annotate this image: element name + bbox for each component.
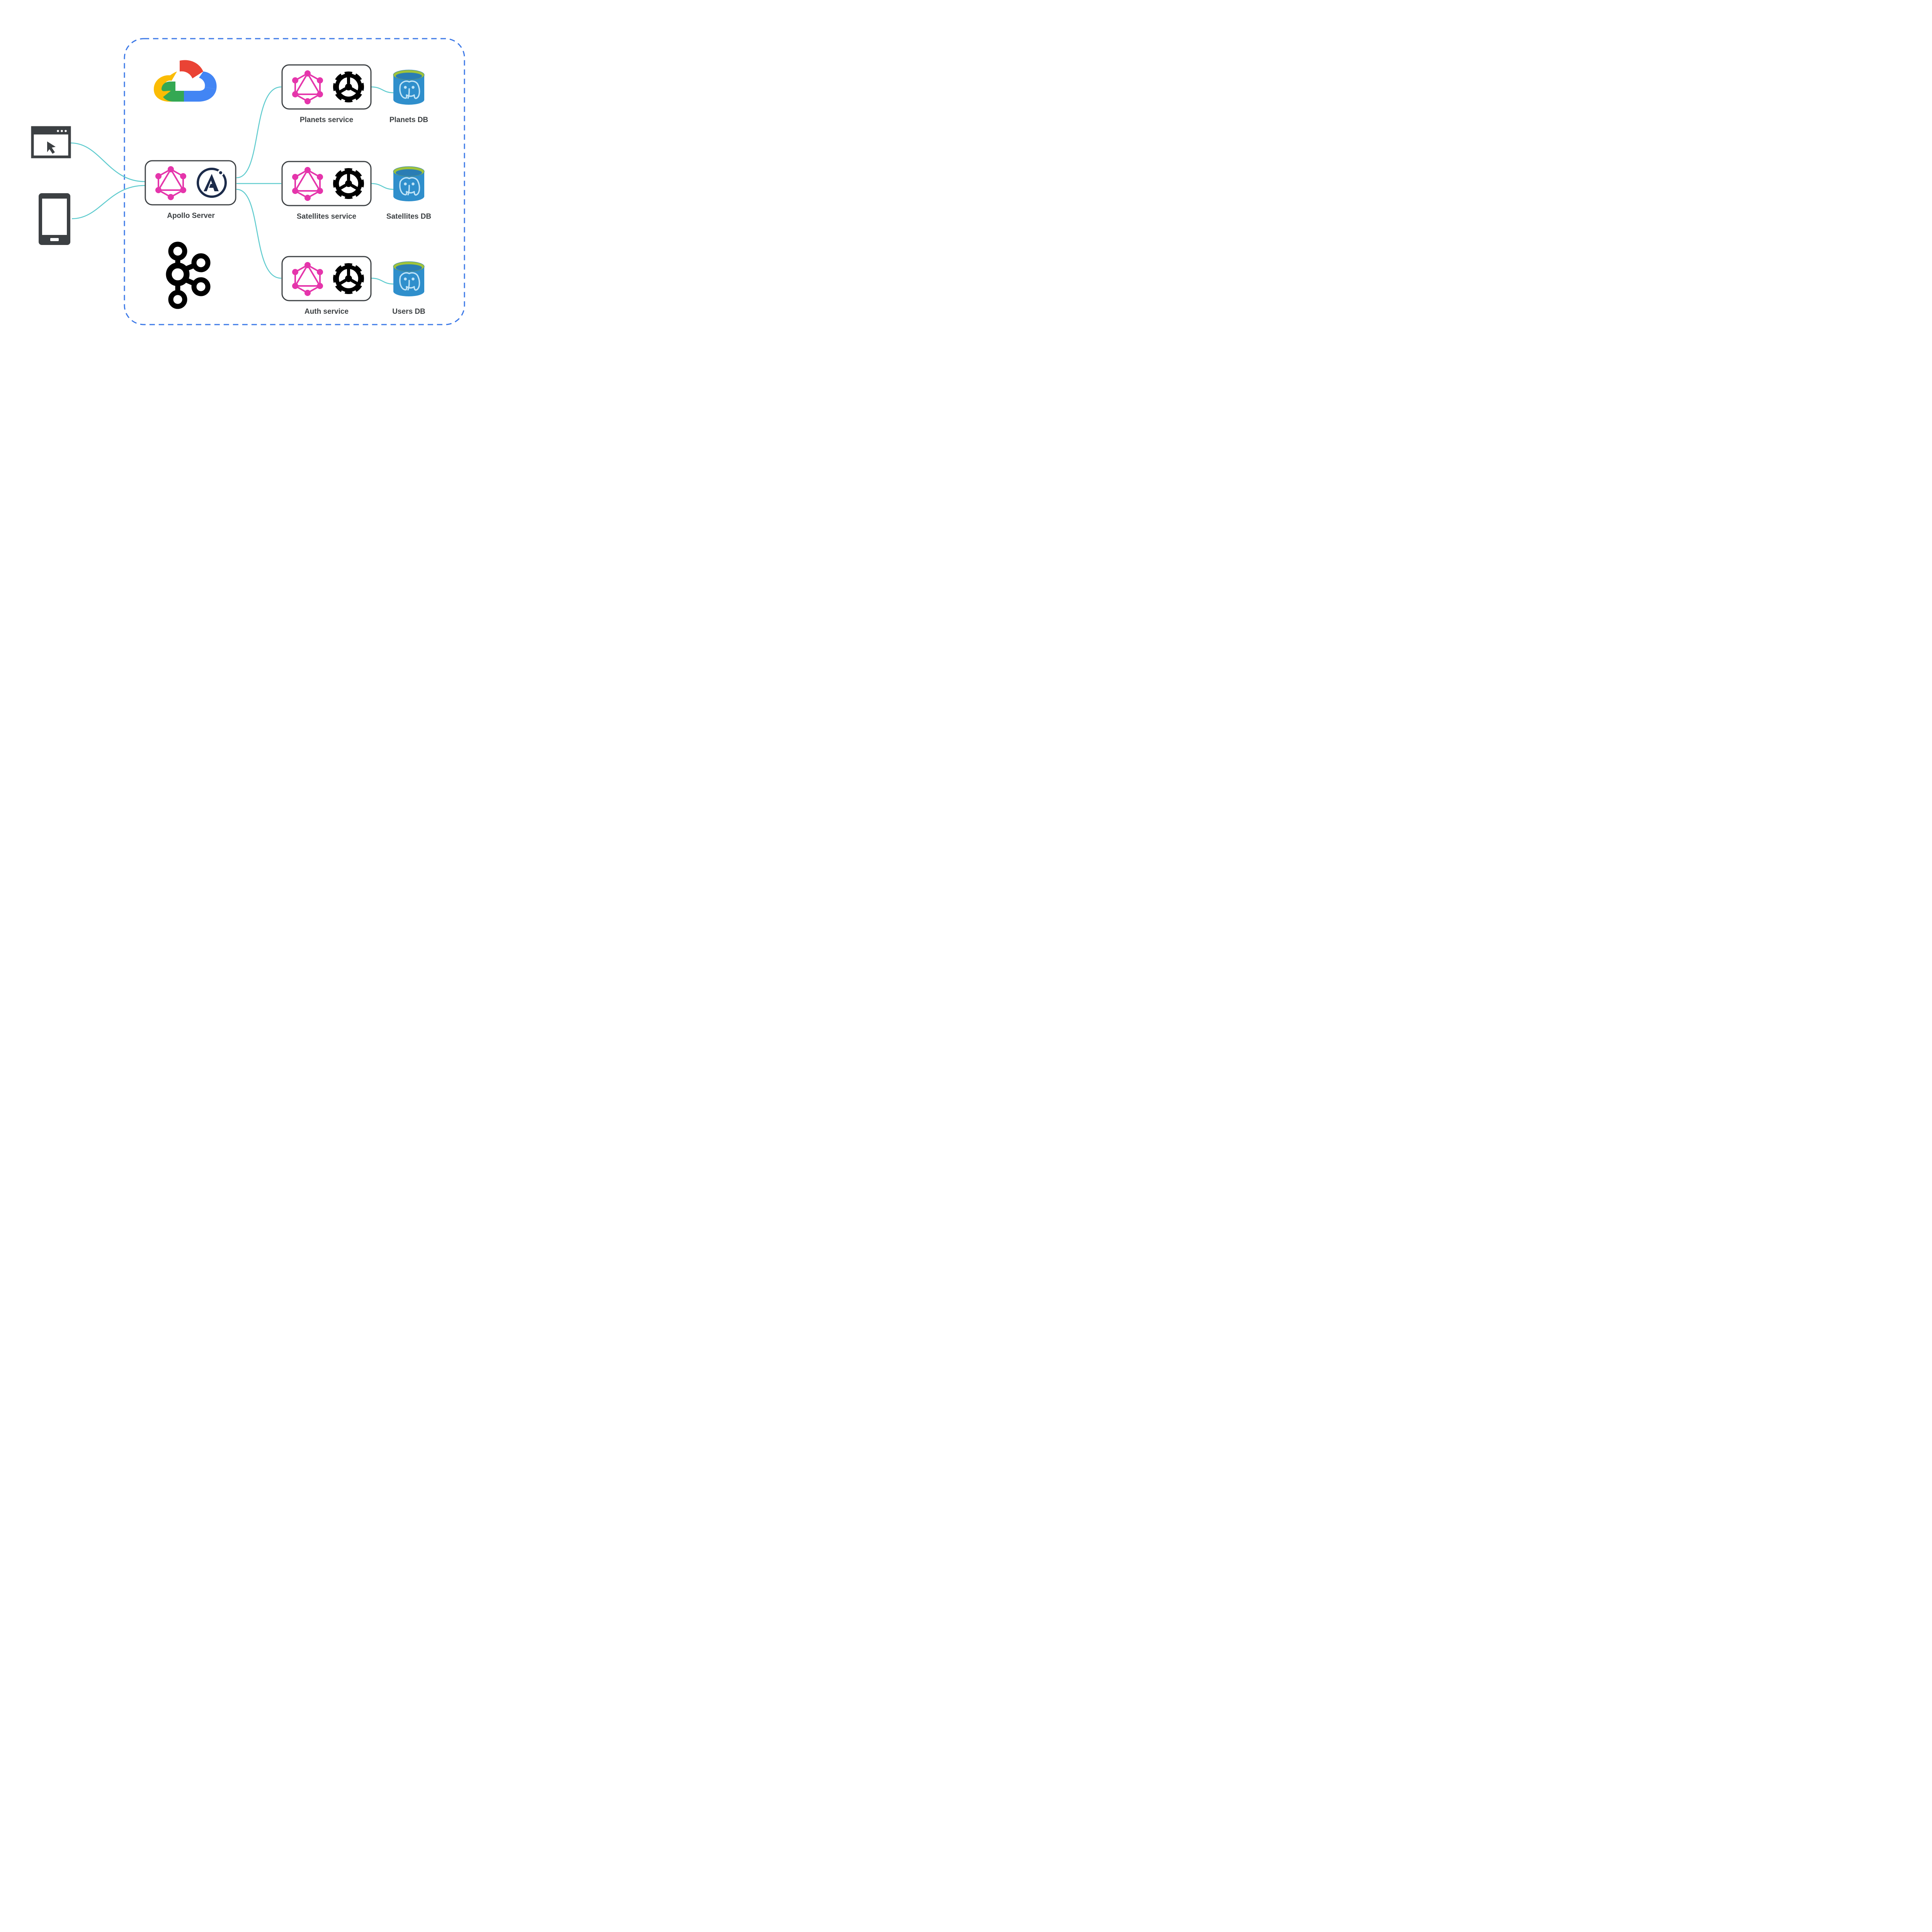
planets-db-label: Planets DB: [389, 116, 428, 124]
apollo-server-node: [145, 161, 236, 205]
users-db-icon: [393, 262, 424, 296]
auth-service-label: Auth service: [304, 308, 349, 316]
satellites-db-icon: [393, 167, 424, 201]
apache-kafka-icon: [169, 244, 208, 306]
satellites-service-node: [282, 162, 371, 206]
users-db-label: Users DB: [392, 308, 425, 316]
google-cloud-icon: [151, 60, 217, 102]
architecture-diagram: [0, 0, 495, 357]
apollo-server-label: Apollo Server: [167, 212, 215, 220]
satellites-db-label: Satellites DB: [386, 213, 431, 221]
mobile-client-icon: [39, 193, 70, 245]
browser-client-icon: [32, 128, 70, 157]
planets-db-icon: [393, 70, 424, 105]
auth-service-node: [282, 257, 371, 301]
satellites-service-label: Satellites service: [297, 213, 356, 221]
planets-service-node: [282, 65, 371, 109]
planets-service-label: Planets service: [300, 116, 353, 124]
